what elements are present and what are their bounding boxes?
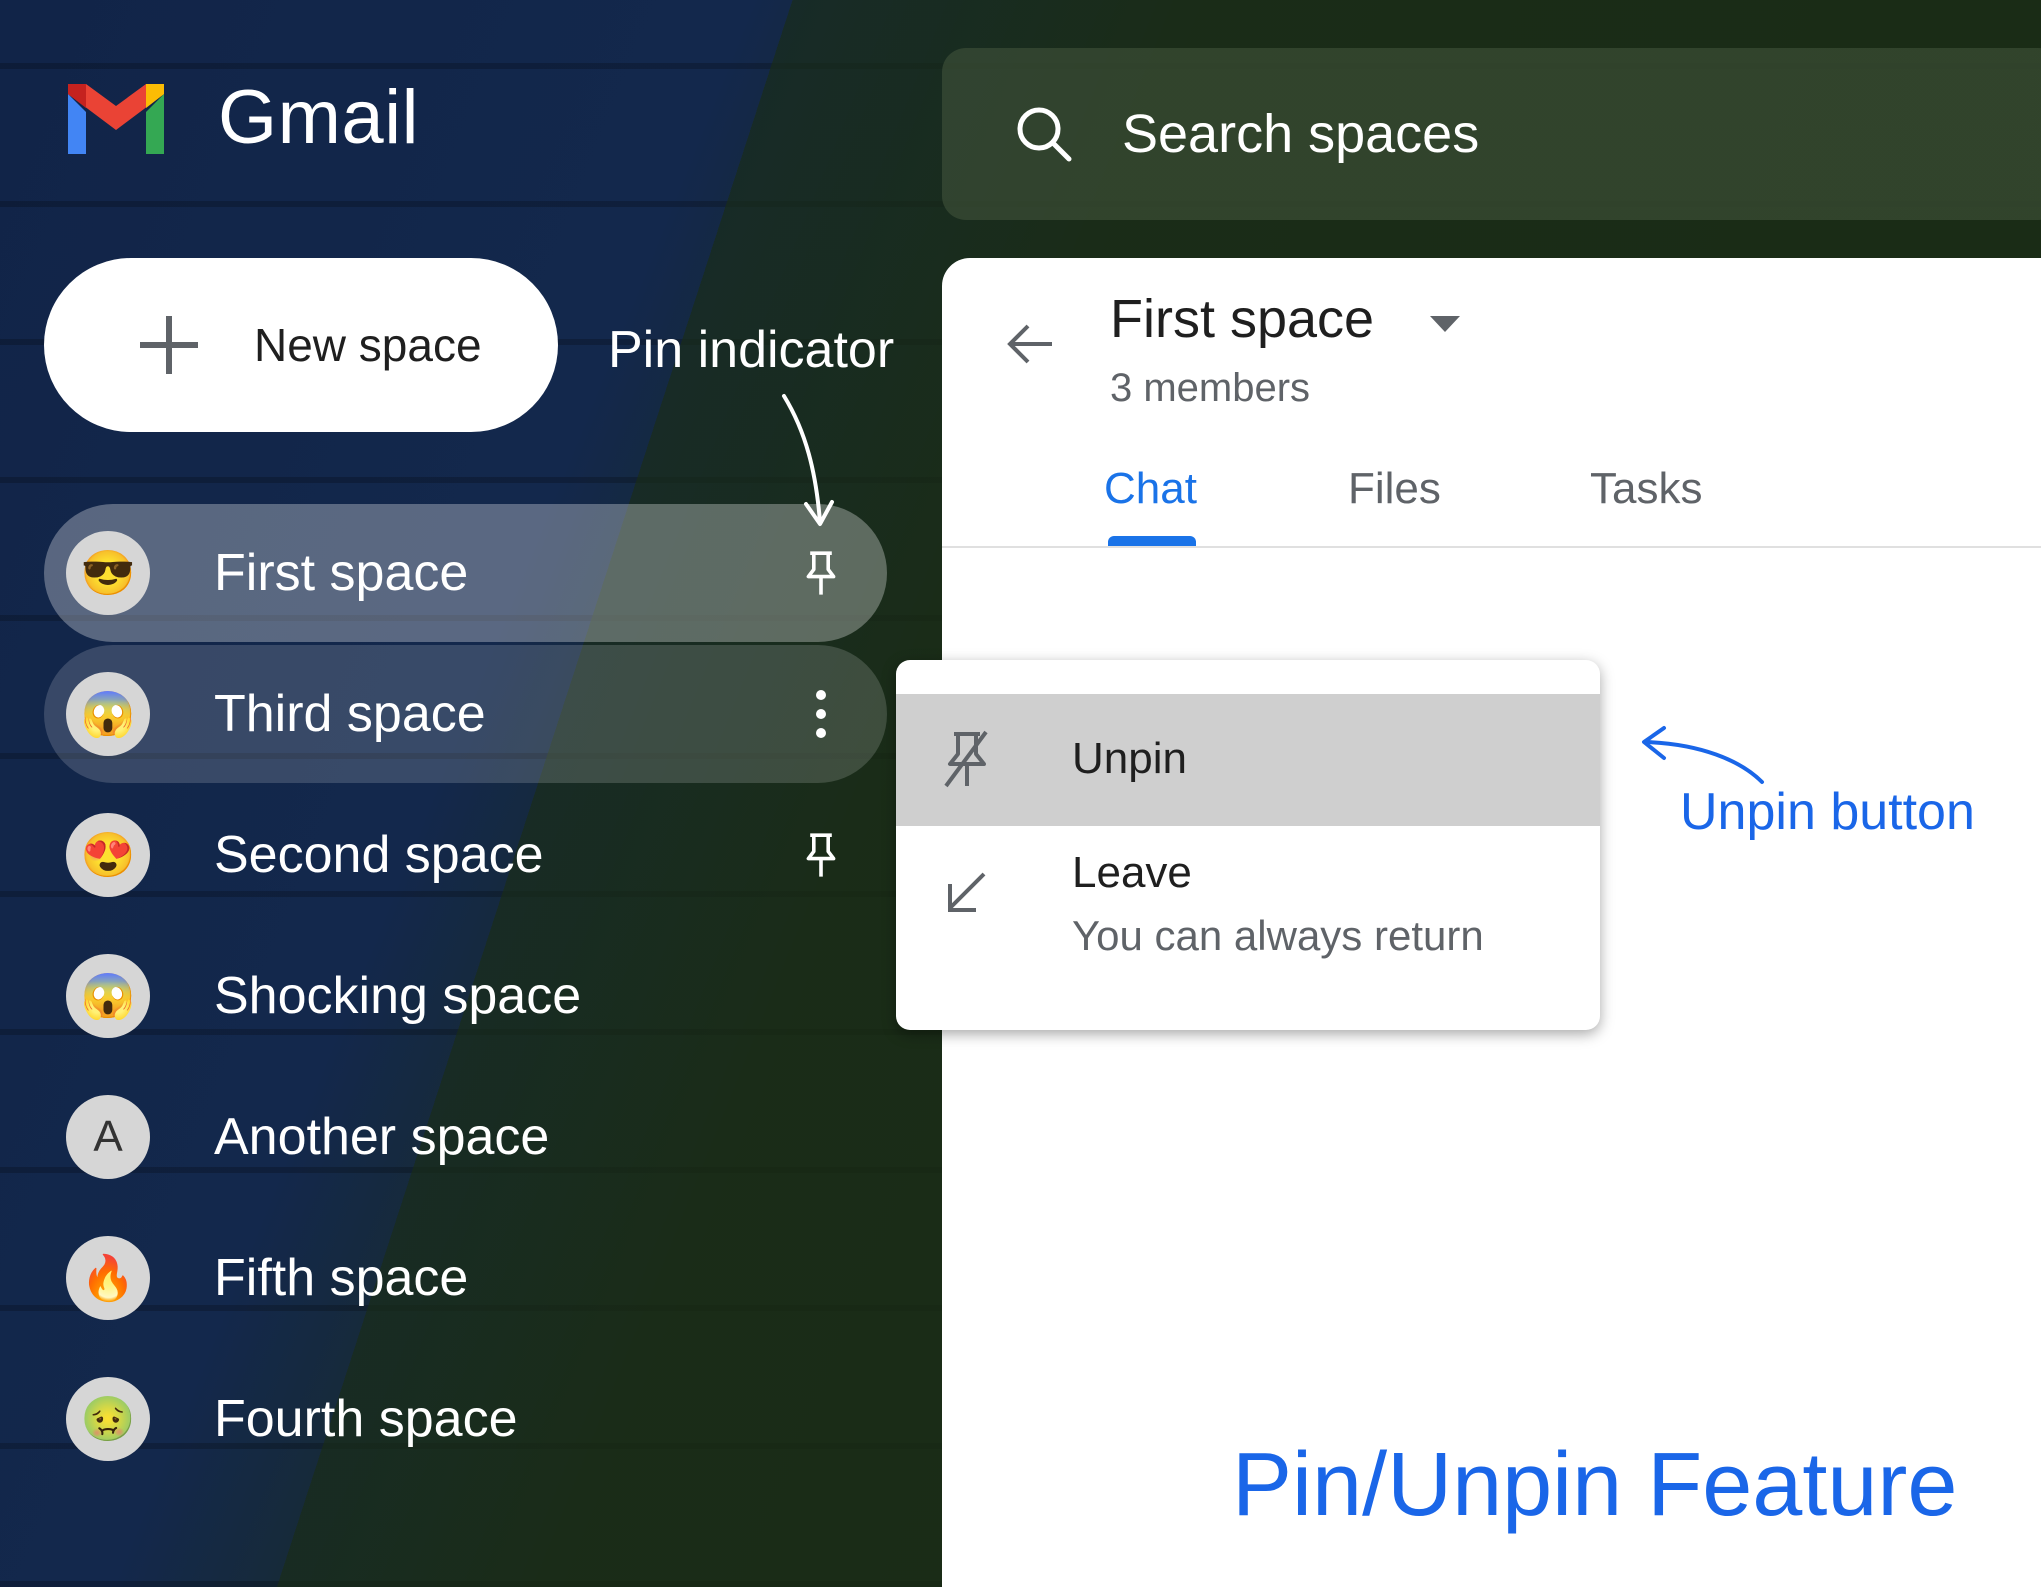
- space-title[interactable]: First space: [1110, 288, 1374, 350]
- tab-chat[interactable]: Chat: [1104, 464, 1197, 514]
- search-input[interactable]: Search spaces: [1122, 103, 1479, 165]
- avatar: 🔥: [66, 1236, 150, 1320]
- avatar: 🤢: [66, 1377, 150, 1461]
- new-space-label: New space: [254, 319, 482, 371]
- menu-item-leave[interactable]: Leave You can always return: [896, 826, 1600, 1016]
- gmail-logo[interactable]: Gmail: [62, 74, 419, 161]
- back-arrow-icon[interactable]: [1004, 318, 1056, 370]
- unpin-icon: [944, 730, 988, 788]
- plus-icon: [140, 316, 198, 374]
- avatar: A: [66, 1095, 150, 1179]
- search-icon: [1017, 107, 1072, 162]
- tab-files[interactable]: Files: [1348, 464, 1441, 514]
- space-item-fourth[interactable]: 🤢 Fourth space: [44, 1350, 887, 1488]
- menu-item-unpin[interactable]: Unpin: [896, 694, 1600, 826]
- avatar: 😱: [66, 954, 150, 1038]
- app-name: Gmail: [218, 75, 419, 160]
- avatar: 😎: [66, 531, 150, 615]
- space-item-second[interactable]: 😍 Second space: [44, 786, 887, 924]
- pin-icon: [791, 825, 851, 885]
- leave-sublabel: You can always return: [1072, 912, 1484, 959]
- space-item-fifth[interactable]: 🔥 Fifth space: [44, 1209, 887, 1347]
- space-item-third[interactable]: 😱 Third space: [44, 645, 887, 783]
- leave-label: Leave: [1072, 848, 1192, 897]
- search-bar[interactable]: Search spaces: [942, 48, 2041, 220]
- tab-tasks[interactable]: Tasks: [1590, 464, 1702, 514]
- feature-title: Pin/Unpin Feature: [1232, 1435, 1958, 1535]
- members-count: 3 members: [1110, 366, 1311, 410]
- unpin-label: Unpin: [1072, 734, 1187, 783]
- avatar: 😱: [66, 672, 150, 756]
- space-context-menu: Unpin Leave You can always return: [896, 660, 1600, 1030]
- dropdown-caret-icon[interactable]: [1428, 314, 1462, 334]
- space-item-another[interactable]: A Another space: [44, 1068, 887, 1206]
- space-label: Fourth space: [214, 1390, 518, 1448]
- unpin-button-annotation: Unpin button: [1680, 783, 1975, 841]
- space-label: Another space: [214, 1108, 550, 1166]
- more-vert-icon[interactable]: [791, 684, 851, 744]
- space-label: Third space: [214, 685, 486, 743]
- space-label: First space: [214, 544, 469, 602]
- gmail-m-icon: [68, 83, 164, 154]
- annotation-arrow-icon: [782, 394, 834, 526]
- tab-divider: [942, 546, 2041, 548]
- new-space-button[interactable]: New space: [44, 258, 558, 432]
- space-label: Fifth space: [214, 1249, 469, 1307]
- space-label: Shocking space: [214, 967, 582, 1025]
- tab-selected-indicator: [1108, 536, 1196, 546]
- space-item-shocking[interactable]: 😱 Shocking space: [44, 927, 887, 1065]
- space-item-first[interactable]: 😎 First space: [44, 504, 887, 642]
- annotation-arrow-icon: [1642, 726, 1764, 784]
- leave-arrow-icon: [948, 872, 986, 912]
- avatar: 😍: [66, 813, 150, 897]
- space-label: Second space: [214, 826, 544, 884]
- pin-icon: [791, 543, 851, 603]
- pin-indicator-annotation: Pin indicator: [608, 321, 895, 379]
